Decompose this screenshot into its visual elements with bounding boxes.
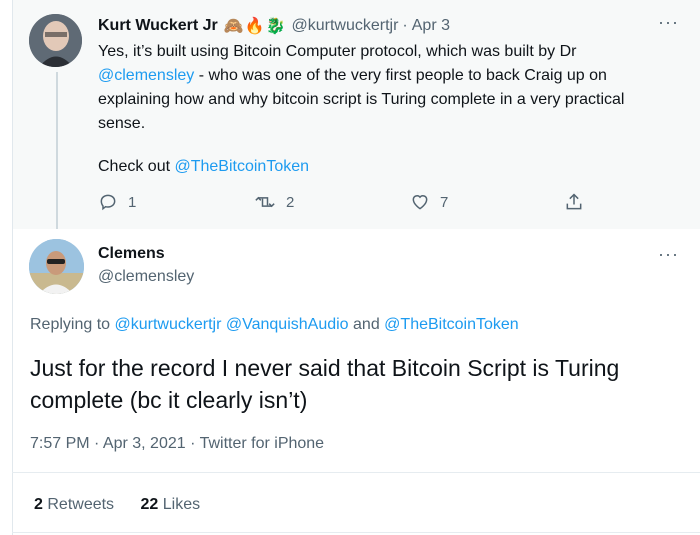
likes-label: Likes [162, 496, 201, 513]
more-options-icon[interactable]: ··· [658, 245, 679, 263]
text-line: @clemensley - who was one of the very fi… [98, 64, 678, 88]
share-icon [566, 193, 582, 210]
more-options-icon[interactable]: ··· [658, 13, 679, 31]
author-name[interactable]: Clemens [98, 245, 165, 263]
tweet-timestamp[interactable]: 7:57 PM · Apr 3, 2021 · Twitter for iPho… [30, 435, 324, 453]
author-handle[interactable]: @kurtwuckertjr [292, 17, 399, 35]
divider [12, 532, 700, 533]
avatar-kurt[interactable] [29, 14, 82, 67]
mention-link[interactable]: @kurtwuckertjr [115, 316, 222, 333]
retweet-count: 2 [286, 193, 295, 211]
heart-icon [412, 195, 428, 210]
reply-count: 1 [128, 193, 137, 211]
reply-button[interactable]: 1 [98, 190, 136, 214]
replying-to: Replying to @kurtwuckertjr @VanquishAudi… [30, 316, 519, 334]
retweet-button[interactable]: 2 [254, 190, 294, 214]
mention-link[interactable]: @TheBitcoinToken [174, 158, 309, 175]
text-fragment: Replying to [30, 316, 115, 333]
like-count: 7 [440, 193, 449, 211]
text-line: explaining how and why bitcoin script is… [98, 91, 625, 108]
fire-emoji-icon: 🔥 [244, 18, 265, 35]
name-emoji: 🙈 🔥 🐉 [224, 16, 286, 36]
thread-line [56, 72, 58, 229]
retweets-count: 2 [34, 496, 43, 513]
text-line: sense. [98, 115, 146, 132]
retweets-stat[interactable]: 2 Retweets [34, 496, 114, 513]
like-button[interactable]: 7 [410, 190, 448, 214]
separator-dot: · [402, 17, 408, 34]
parent-tweet-header: Kurt Wuckert Jr 🙈 🔥 🐉 @kurtwuckertjr · A… [98, 16, 450, 36]
parent-tweet-text: Yes, it’s built using Bitcoin Computer p… [98, 40, 678, 136]
author-handle[interactable]: @clemensley [98, 268, 194, 286]
dragon-emoji-icon: 🐉 [265, 18, 286, 35]
retweet-icon [255, 196, 275, 208]
main-tweet-text: Just for the record I never said that Bi… [30, 355, 620, 413]
tweet-date[interactable]: Apr 3 [412, 17, 450, 35]
likes-stat[interactable]: 22 Likes [141, 496, 201, 513]
author-name[interactable]: Kurt Wuckert Jr [98, 17, 218, 35]
monkey-emoji-icon: 🙈 [223, 18, 244, 35]
text-fragment: and [348, 316, 385, 333]
text-fragment: Check out [98, 158, 175, 175]
text-fragment: - who was one of the very first people t… [194, 67, 607, 84]
tweet-stats: 2 Retweets 22 Likes [34, 496, 200, 514]
divider [12, 472, 700, 473]
reply-icon [100, 194, 116, 211]
mention-link[interactable]: @clemensley [98, 67, 194, 84]
avatar-clemens[interactable] [29, 239, 84, 294]
likes-count: 22 [140, 496, 159, 513]
text-line: Yes, it’s built using Bitcoin Computer p… [98, 43, 577, 60]
retweets-label: Retweets [47, 496, 115, 513]
tweet-border [12, 229, 13, 535]
mention-link[interactable]: @TheBitcoinToken [384, 316, 519, 333]
mention-link[interactable]: @VanquishAudio [226, 316, 349, 333]
check-out-text: Check out @TheBitcoinToken [98, 155, 309, 179]
share-button[interactable] [564, 190, 584, 214]
